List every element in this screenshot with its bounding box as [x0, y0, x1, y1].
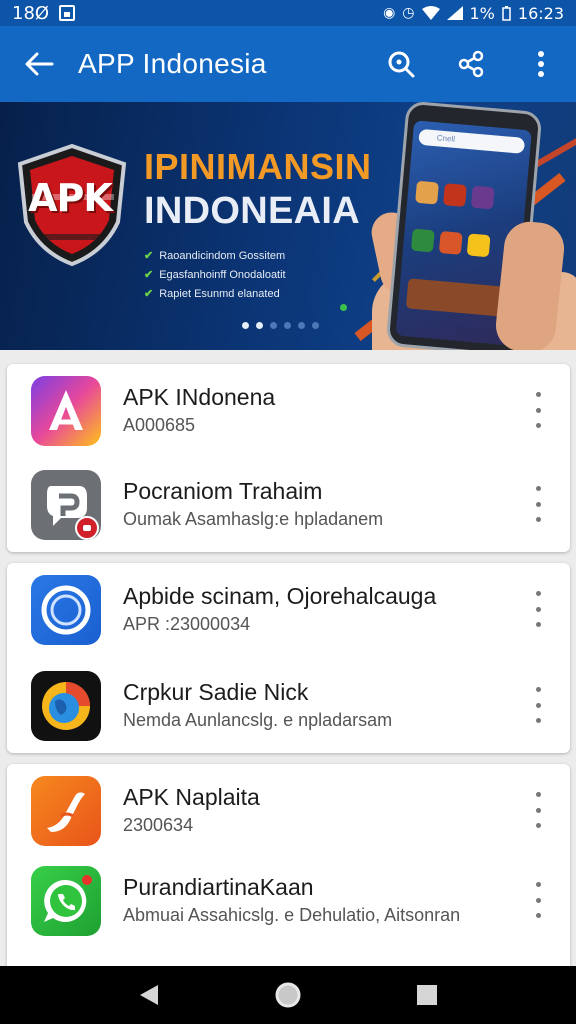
more-vert-icon[interactable]: [526, 792, 550, 828]
battery-icon: [502, 5, 511, 21]
app-list-item[interactable]: PurandiartinaKaan Abmuai Assahicslg. e D…: [7, 854, 570, 944]
phone-app-tile: [415, 180, 439, 205]
back-arrow-icon: [25, 52, 54, 76]
check-icon: ✔: [144, 288, 154, 300]
nav-home-button[interactable]: [256, 966, 320, 1024]
more-options-button[interactable]: [506, 26, 576, 102]
phone-app-tile: [466, 233, 491, 258]
carousel-dot[interactable]: [284, 322, 291, 329]
app-list-item[interactable]: Crpkur Sadie Nick Nemda Aunlancslg. e np…: [7, 659, 570, 749]
wifi-icon: [421, 6, 440, 20]
app-list-card: APK Naplaita 2300634 PurandiartinaKaan A…: [7, 764, 570, 974]
recents-square-icon: [416, 985, 437, 1005]
app-list-card: APK INdonena A000685 Pocraniom Trahaim O…: [7, 364, 570, 552]
home-circle-icon: [275, 982, 301, 1008]
system-nav-bar: [0, 966, 576, 1024]
banner-feature: ✔ Raoandicindom Gossitem: [144, 249, 286, 263]
phone-app-tile: [470, 185, 495, 210]
banner-feature: ✔ Egasfanhoinff Onodaloatit: [144, 268, 286, 282]
app-title: Crpkur Sadie Nick: [123, 679, 309, 705]
more-vert-icon: [538, 51, 544, 77]
page-title: APP Indonesia: [78, 48, 267, 79]
app-list-item[interactable]: APK Naplaita 2300634: [7, 764, 570, 854]
nav-back-button[interactable]: [117, 966, 181, 1024]
more-vert-icon[interactable]: [526, 882, 550, 918]
app-title: PurandiartinaKaan: [123, 874, 314, 900]
app-list-item[interactable]: Pocraniom Trahaim Oumak Asamhaslg:e hpla…: [7, 458, 570, 548]
nav-recents-button[interactable]: [395, 966, 459, 1024]
status-bar: 18Ø ◉ ◷ 1% 16:23: [0, 0, 576, 26]
orange-swoosh-icon: [31, 776, 101, 846]
status-time: 16:23: [517, 3, 564, 23]
banner-feature: ✔ Rapiet Esunmd elanated: [144, 287, 280, 301]
banner-feature-list: ✔ Raoandicindom Gossitem ✔ Egasfanhoinff O…: [144, 246, 286, 303]
app-list-item[interactable]: Apbide scinam, Ojorehalcauga APR :230000…: [7, 563, 570, 653]
app-subtitle: APR :23000034: [123, 614, 251, 634]
more-vert-icon[interactable]: [526, 591, 550, 627]
share-button[interactable]: [436, 26, 506, 102]
app-subtitle: Oumak Asamhaslg:e hpladanem: [123, 509, 384, 529]
share-icon: [458, 50, 484, 78]
search-icon: [388, 51, 415, 78]
more-vert-icon[interactable]: [526, 392, 550, 428]
chat-bubble-icon: [31, 470, 101, 540]
battery-percent: 1%: [469, 3, 495, 23]
app-title: Apbide scinam, Ojorehalcauga: [123, 583, 437, 609]
banner-decoration: [340, 304, 347, 311]
more-vert-icon[interactable]: [526, 486, 550, 522]
app-list-card: Apbide scinam, Ojorehalcauga APR :230000…: [7, 563, 570, 753]
promo-banner[interactable]: APK IPINIMANSIN INDONEAIA ✔ Raoandicindom…: [0, 102, 576, 350]
carousel-dot[interactable]: [298, 322, 305, 329]
signal-icon: [446, 6, 463, 20]
search-button[interactable]: [366, 26, 436, 102]
app-list-item[interactable]: APK INdonena A000685: [7, 364, 570, 454]
carousel-dot[interactable]: [242, 322, 249, 329]
check-icon: ✔: [144, 250, 154, 262]
app-title: Pocraniom Trahaim: [123, 478, 323, 504]
banner-headline-2: INDONEAIA: [144, 190, 360, 232]
carousel-dot[interactable]: [270, 322, 277, 329]
check-icon: ✔: [144, 269, 154, 281]
phone-app-tile: [405, 278, 509, 317]
app-title: APK INdonena: [123, 384, 276, 410]
phone-search-bar: Cnell: [418, 128, 526, 154]
gallery-notification-icon: [59, 5, 76, 21]
back-triangle-icon: [140, 985, 159, 1005]
carousel-indicator[interactable]: [242, 322, 319, 329]
alarm-icon: ◷: [402, 5, 415, 21]
browser-globe-icon: [31, 671, 101, 741]
carousel-dot[interactable]: [256, 322, 263, 329]
vibrate-icon: ◉: [383, 5, 396, 21]
phone-app-tile: [410, 228, 435, 253]
carousel-dot[interactable]: [312, 322, 319, 329]
app-title: APK Naplaita: [123, 784, 260, 810]
banner-headline-1: IPINIMANSIN: [144, 146, 372, 187]
blue-ring-icon: [31, 575, 101, 645]
app-subtitle: 2300634: [123, 815, 194, 835]
app-subtitle: Abmuai Assahicslg. e Dehulatio, Aitsonra…: [123, 905, 461, 925]
apk-a-icon: [31, 376, 101, 446]
phone-app-tile: [443, 183, 467, 207]
banner-logo-text: APK: [28, 176, 113, 220]
more-vert-icon[interactable]: [526, 687, 550, 723]
phone-app-tile: [438, 230, 463, 255]
back-button[interactable]: [0, 26, 78, 102]
app-subtitle: A000685: [123, 415, 196, 435]
app-bar: APP Indonesia: [0, 26, 576, 102]
app-subtitle: Nemda Aunlancslg. e npladarsam: [123, 710, 393, 730]
status-time-left: 18Ø: [12, 2, 50, 24]
whatsapp-icon: [31, 866, 101, 936]
